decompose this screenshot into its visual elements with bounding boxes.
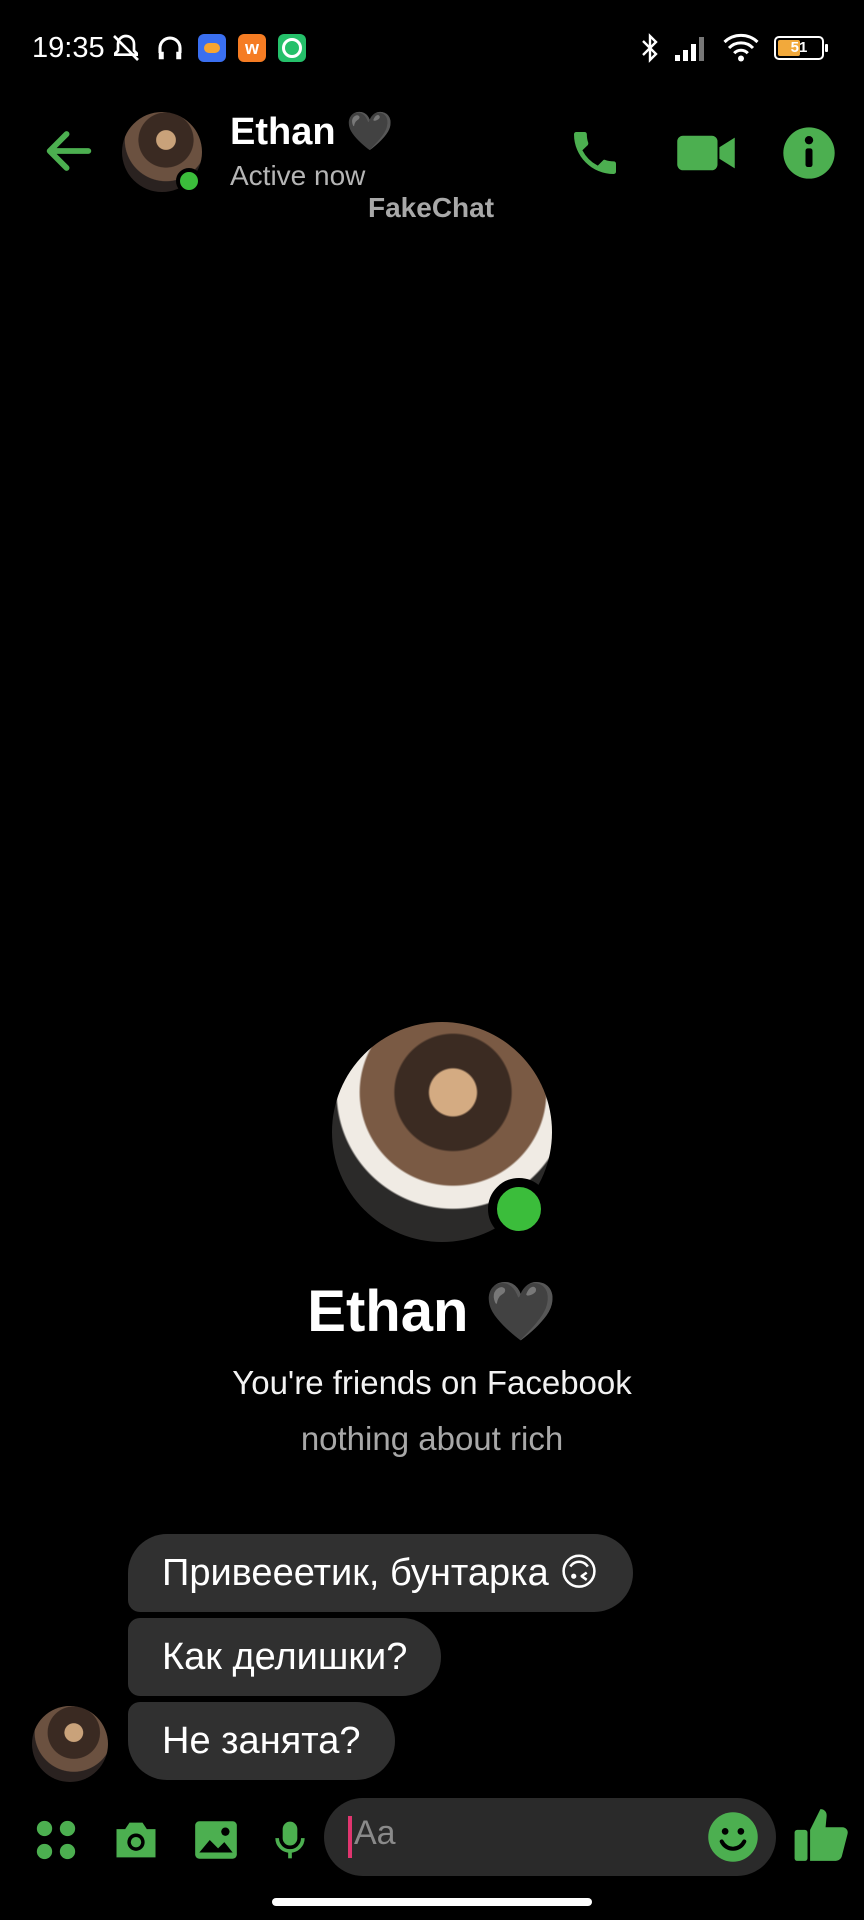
info-button[interactable]: [776, 120, 842, 186]
message-input-placeholder: Aa: [354, 1814, 396, 1852]
message-bubble[interactable]: Привееетик, бунтарка 🙃: [128, 1534, 633, 1612]
online-indicator: [176, 168, 202, 194]
battery-level: 51: [790, 39, 808, 56]
check-app-icon: [276, 30, 308, 66]
friendship-status: You're friends on Facebook: [232, 1364, 632, 1401]
message-avatar[interactable]: [32, 1706, 108, 1782]
bluetooth-icon: [636, 30, 664, 66]
back-arrow-icon: [46, 131, 92, 171]
emoji-button[interactable]: [706, 1810, 760, 1864]
gallery-button[interactable]: [188, 1812, 244, 1868]
profile-name: Ethan 🖤: [307, 1279, 557, 1344]
profile-online-indicator: [488, 1178, 550, 1240]
message-bubble[interactable]: Как делишки?: [128, 1618, 442, 1696]
voice-message-button[interactable]: [262, 1812, 318, 1868]
status-time: 19:35: [32, 32, 105, 64]
thumbs-up-icon: [794, 1809, 848, 1861]
active-status: Active now: [230, 160, 366, 191]
video-camera-icon: [677, 135, 735, 171]
message-bubble[interactable]: Не занята?: [128, 1702, 395, 1780]
camera-icon: [116, 1822, 156, 1858]
video-call-button[interactable]: [666, 120, 746, 186]
watermark: FakeChat: [368, 192, 495, 223]
signal-icon: [672, 30, 712, 66]
grid-dots-icon: [36, 1820, 76, 1860]
smiley-icon: [708, 1812, 758, 1862]
info-icon: [783, 127, 835, 179]
back-button[interactable]: [40, 122, 98, 180]
image-icon: [195, 1821, 237, 1859]
cloud-app-icon: [196, 30, 228, 66]
apps-button[interactable]: [28, 1812, 84, 1868]
headphones-icon: [152, 30, 188, 66]
like-button[interactable]: [792, 1804, 854, 1866]
home-indicator[interactable]: [272, 1898, 592, 1906]
wifi-icon: [720, 30, 762, 66]
microphone-icon: [275, 1821, 305, 1859]
mute-bell-icon: [108, 30, 144, 66]
w-app-icon: w: [236, 30, 268, 66]
profile-bio: nothing about rich: [300, 1420, 564, 1457]
contact-name[interactable]: Ethan 🖤: [230, 110, 393, 154]
status-bar: 19:35 w 51: [0, 0, 864, 100]
camera-button[interactable]: [108, 1812, 164, 1868]
battery-icon: 51: [770, 30, 828, 66]
voice-call-button[interactable]: [562, 120, 628, 186]
phone-icon: [574, 132, 616, 174]
text-cursor: [348, 1816, 352, 1858]
